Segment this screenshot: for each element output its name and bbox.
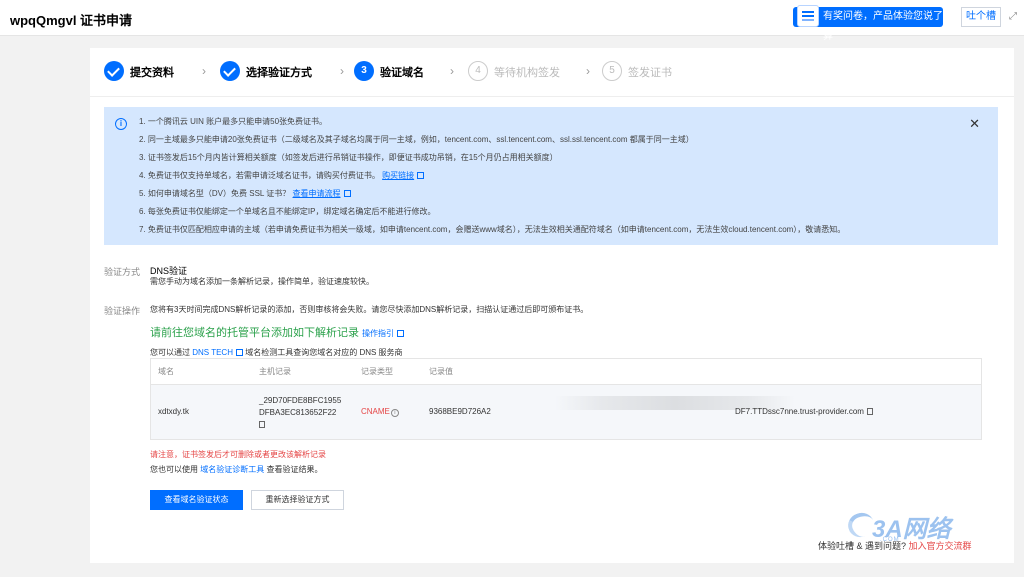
step-3-label: 验证域名 [380,67,424,79]
step-5-number: 5 [602,61,622,81]
reselect-method-button[interactable]: 重新选择验证方式 [251,490,344,510]
op-desc: 您将有3天时间完成DNS解析记录的添加，否则审核将会失败。请您尽快添加DNS解析… [150,305,589,314]
warning-text: 请注意，证书签发后才可删除或者更改该解析记录 [150,450,326,459]
cell-value-prefix: 9368BE9D726A2 [429,407,491,416]
main-card: 提交资料 › 选择验证方式 › 3 验证域名 › 4 等待机构签发 › 5 签发… [90,48,1014,563]
expand-icon[interactable]: ⤢ [1009,11,1017,22]
footer-feedback: 体验吐槽 & 遇到问题? 加入官方交流群 [818,541,972,551]
chevron-right-icon: › [340,64,344,78]
notice-item: 4. 免费证书仅支持单域名，若需申请泛域名证书，请购买付费证书。 购买链接 [139,171,845,189]
notice-item: 2. 同一主域最多只能申请20张免费证书（二级域名及其子域名均属于同一主域，例如… [139,135,694,144]
info-icon: i [115,118,127,130]
step-3-number: 3 [354,61,374,81]
step-indicator: 提交资料 › 选择验证方式 › 3 验证域名 › 4 等待机构签发 › 5 签发… [104,60,984,84]
page-title: wpqQmgvl 证书申请 [10,13,133,28]
add-record-instruction: 请前往您域名的托管平台添加如下解析记录 操作指引 [150,324,405,340]
join-group-link[interactable]: 加入官方交流群 [909,541,972,551]
chevron-right-icon: › [586,64,590,78]
step-2-check-icon [220,61,240,81]
flow-link[interactable]: 查看申请流程 [293,189,341,198]
cell-type: CNAME i [361,407,399,417]
external-link-icon [397,330,405,337]
copy-icon[interactable] [259,421,265,428]
external-link-icon [235,349,243,356]
notice-item: 6. 每张免费证书仅能绑定一个单域名且不能绑定IP，绑定域名确定后不能进行修改。 [139,207,436,216]
survey-icon [797,5,819,27]
cell-host: _29D70FDE8BFC1955 DFBA3EC813652F22 [259,395,341,431]
op-label: 验证操作 [104,306,141,316]
notice-item: 1. 一个腾讯云 UIN 账户最多只能申请50张免费证书。 [139,117,328,126]
divider [90,96,1014,97]
cell-domain: xdtxdy.tk [158,407,189,416]
method-label: 验证方式 [104,267,141,277]
dns-record-table: 域名 主机记录 记录类型 记录值 xdtxdy.tk _29D70FDE8BFC… [150,358,982,440]
cell-value-suffix: DF7.TTDssc7nne.trust-provider.com [735,407,873,416]
external-link-icon [417,172,425,179]
col-domain: 域名 [158,367,174,376]
dns-query-line: 您可以通过 DNS TECH 域名检测工具查询您域名对应的 DNS 服务商 [150,348,403,357]
external-link-icon [343,190,351,197]
chevron-right-icon: › [202,64,206,78]
notice-item: 3. 证书签发后15个月内皆计算相关额度（如签发后进行吊销证书操作，即便证书成功… [139,153,558,162]
help-icon[interactable]: i [390,409,399,417]
notice-item: 5. 如何申请域名型（DV）免费 SSL 证书？ 查看申请流程 [139,189,845,207]
notice-list: 1. 一个腾讯云 UIN 账户最多只能申请50张免费证书。 2. 同一主域最多只… [139,117,845,243]
check-status-button[interactable]: 查看域名验证状态 [150,490,243,510]
step-5-label: 签发证书 [628,67,672,79]
top-bar: wpqQmgvl 证书申请 有奖问卷，产品体验您说了算 吐个槽 ⤢ [0,0,1024,42]
method-desc: 需您手动为域名添加一条解析记录，操作简单，验证速度较快。 [150,277,374,286]
survey-text: 有奖问卷，产品体验您说了算 [823,11,943,42]
step-1-check-icon [104,61,124,81]
step-1-label: 提交资料 [130,67,174,79]
survey-button[interactable]: 有奖问卷，产品体验您说了算 [793,5,943,42]
notice-box: i ✕ 1. 一个腾讯云 UIN 账户最多只能申请50张免费证书。 2. 同一主… [104,107,998,245]
step-2-label: 选择验证方式 [246,67,312,79]
close-icon[interactable]: ✕ [969,116,980,132]
dns-tech-link[interactable]: DNS TECH [192,348,233,357]
buy-link[interactable]: 购买链接 [382,171,414,180]
guide-link[interactable]: 操作指引 [362,329,394,338]
col-host: 主机记录 [259,367,291,376]
feedback-button[interactable]: 吐个槽 [961,7,1001,27]
chevron-right-icon: › [450,64,454,78]
diagnostic-tool-link[interactable]: 域名验证诊断工具 [200,465,264,474]
copy-icon[interactable] [866,408,873,415]
col-value: 记录值 [429,367,453,376]
diagnostic-line: 您也可以使用 域名验证诊断工具 查看验证结果。 [150,465,323,474]
step-4-number: 4 [468,61,488,81]
step-4-label: 等待机构签发 [494,67,560,79]
notice-item: 7. 免费证书仅匹配相应申请的主域（若申请免费证书为相关一级域，如申请tence… [139,225,846,234]
col-type: 记录类型 [361,367,393,376]
